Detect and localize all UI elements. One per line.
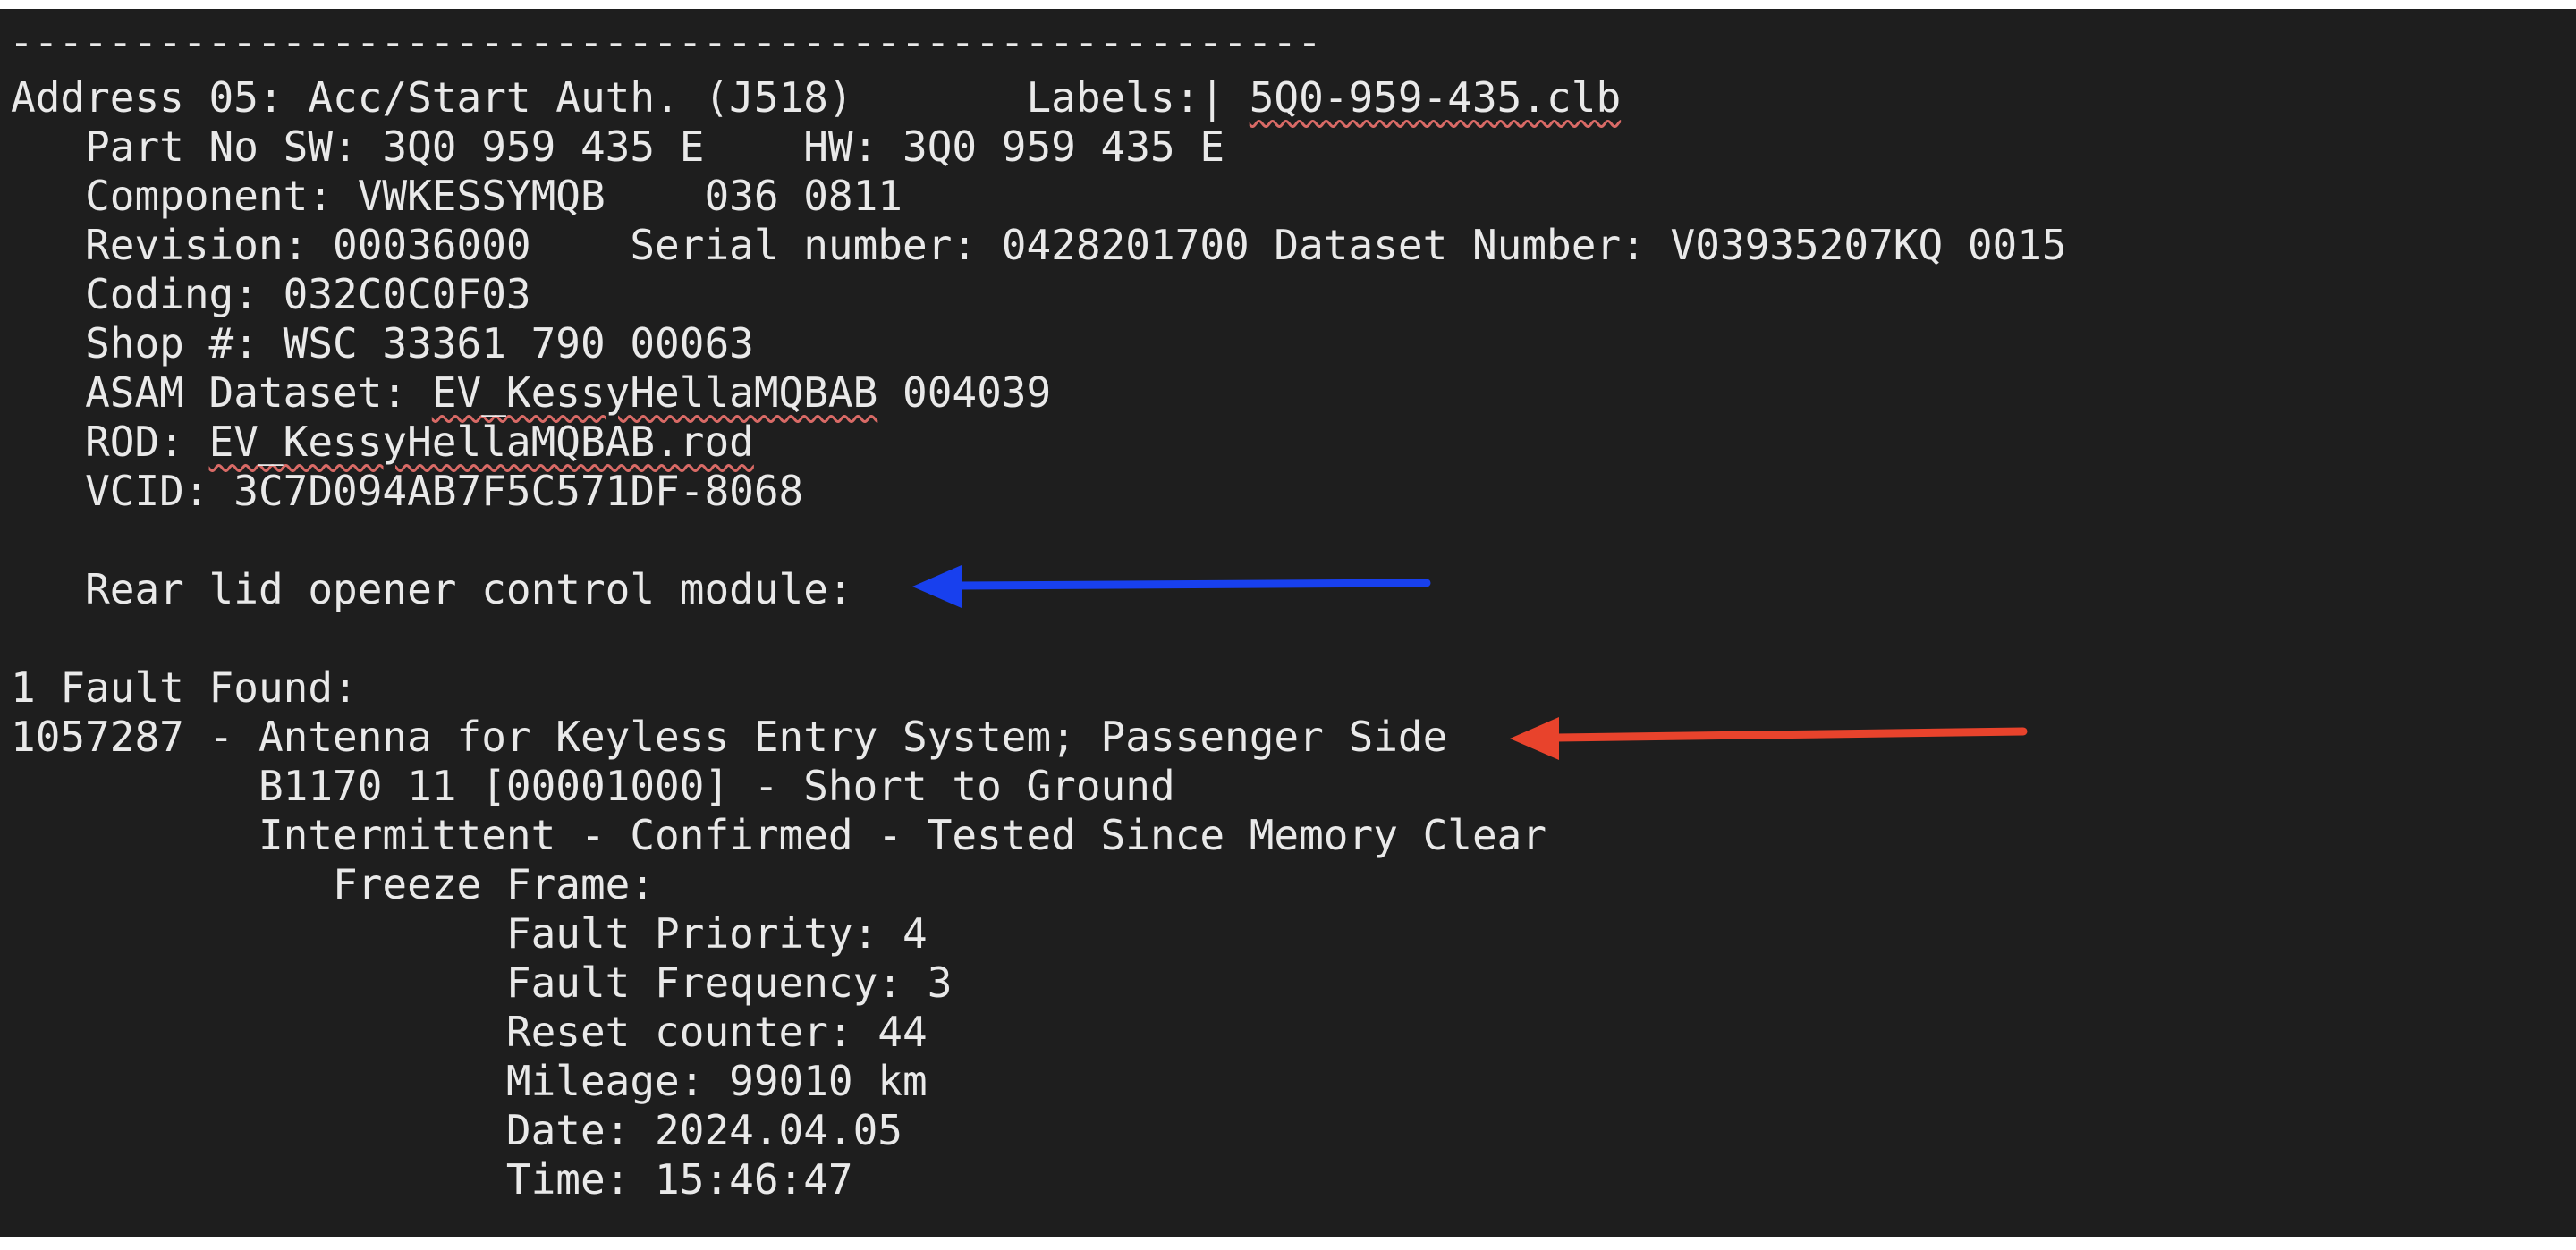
mileage-line: Mileage: 99010 km [11,1057,928,1105]
part-number-line: Part No SW: 3Q0 959 435 E HW: 3Q0 959 43… [11,122,1225,171]
fault-code-line: B1170 11 [00001000] - Short to Ground [11,762,1175,810]
fault-frequency-line: Fault Frequency: 3 [11,959,953,1007]
time-line: Time: 15:46:47 [11,1155,853,1204]
bottom-border [0,1237,2576,1250]
address-text: Address 05: Acc/Start Auth. (J518) Label… [11,73,1250,122]
asam-label: ASAM Dataset: [11,368,432,417]
coding-line: Coding: 032C0C0F03 [11,270,531,318]
revision-line: Revision: 00036000 Serial number: 042820… [11,221,2067,269]
component-line: Component: VWKESSYMQB 036 0811 [11,172,902,220]
asam-dataset-name: EV_KessyHellaMQBAB [431,368,878,417]
address-line: Address 05: Acc/Start Auth. (J518) Label… [11,73,1621,122]
freeze-frame-line: Freeze Frame: [11,860,656,908]
fault-status-line: Intermittent - Confirmed - Tested Since … [11,811,1547,859]
reset-counter-line: Reset counter: 44 [11,1008,928,1056]
fault-count-line: 1 Fault Found: [11,663,358,712]
rod-line: ROD: EV_KessyHellaMQBAB.rod [11,418,754,467]
asam-dataset-version: 004039 [877,368,1052,417]
separator-line: ----------------------------------------… [9,18,1322,66]
date-line: Date: 2024.04.05 [11,1106,902,1154]
fault-title-line: 1057287 - Antenna for Keyless Entry Syst… [11,713,1448,761]
rod-label: ROD: [11,418,209,466]
rod-file-name: EV_KessyHellaMQBAB.rod [208,418,754,466]
vcid-line: VCID: 3C7D094AB7F5C571DF-8068 [11,467,804,515]
fault-priority-line: Fault Priority: 4 [11,909,928,958]
asam-dataset-line: ASAM Dataset: EV_KessyHellaMQBAB 004039 [11,368,1051,418]
subsystem-line: Rear lid opener control module: [11,565,853,613]
label-file-name: 5Q0-959-435.clb [1249,73,1622,122]
terminal-window[interactable]: ----------------------------------------… [0,0,2576,1237]
shop-line: Shop #: WSC 33361 790 00063 [11,319,754,367]
